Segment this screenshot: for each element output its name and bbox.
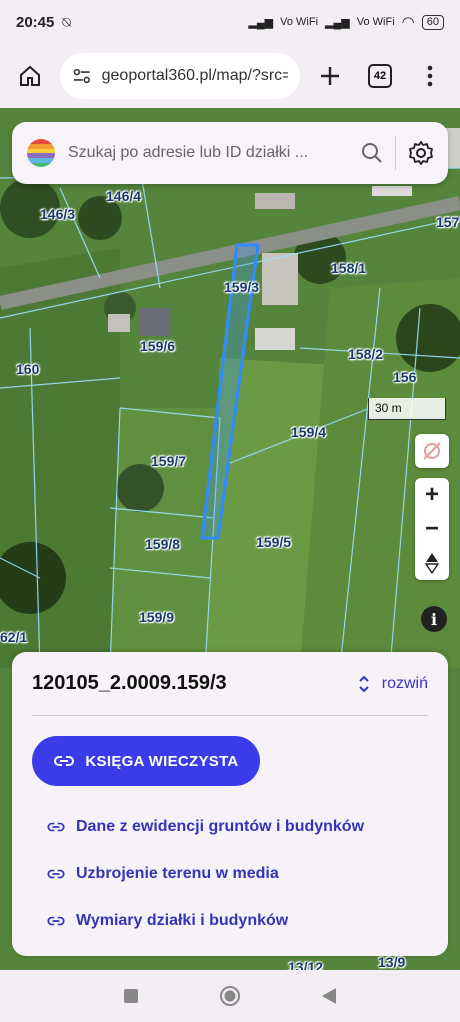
parcel-label[interactable]: 146/3 — [40, 206, 75, 222]
browser-menu-button[interactable] — [410, 56, 450, 96]
search-input[interactable]: Szukaj po adresie lub ID działki ... — [68, 144, 349, 162]
scale-bar: 30 m — [368, 398, 446, 420]
url-text: geoportal360.pl/map/?src= — [101, 67, 288, 84]
parcel-label[interactable]: 158/2 — [348, 346, 383, 362]
home-button[interactable] — [10, 56, 50, 96]
parcel-details-sheet: 120105_2.0009.159/3 rozwiń KSIĘGA WIECZY… — [12, 652, 448, 956]
parcel-label[interactable]: 13/12 — [288, 959, 323, 970]
link-label: Dane z ewidencji gruntów i budynków — [76, 817, 365, 835]
parcel-label[interactable]: 159/5 — [256, 534, 291, 550]
parcel-label-selected[interactable]: 159/3 — [224, 279, 259, 295]
link-icon — [47, 869, 65, 878]
parcel-label[interactable]: 159/7 — [151, 453, 186, 469]
signal-icon-2: ▂▄▆ — [325, 16, 350, 29]
unfold-icon — [359, 675, 369, 692]
parcel-label[interactable]: 159/8 — [145, 536, 180, 552]
link-label: Wymiary działki i budynków — [76, 911, 289, 929]
zoom-out-button[interactable]: − — [415, 512, 449, 546]
expand-button[interactable]: rozwiń — [358, 674, 428, 694]
alarm-off-icon: ⍉ — [62, 13, 71, 30]
tabs-button[interactable]: 42 — [360, 56, 400, 96]
back-icon[interactable] — [321, 987, 337, 1005]
zoom-controls: + − — [415, 478, 449, 580]
link-icon — [54, 756, 75, 766]
network-label-2: Vo WiFi — [356, 16, 395, 28]
link-icon — [47, 916, 65, 925]
geoportal-logo-icon[interactable] — [26, 138, 56, 168]
home-icon — [20, 65, 40, 86]
location-off-icon — [423, 442, 441, 460]
plus-icon — [321, 67, 339, 85]
search-icon[interactable] — [361, 142, 383, 164]
zoom-in-button[interactable]: + — [415, 478, 449, 512]
tabs-count: 42 — [368, 64, 392, 88]
north-arrow-icon — [425, 553, 439, 574]
parcel-label[interactable]: 156 — [393, 369, 416, 385]
parcel-id: 120105_2.0009.159/3 — [32, 672, 227, 694]
link-label: Uzbrojenie terenu w media — [76, 864, 279, 882]
divider — [395, 136, 396, 170]
recents-icon[interactable] — [123, 988, 139, 1004]
expand-label: rozwiń — [381, 674, 428, 692]
link-icon — [47, 822, 65, 831]
signal-icon: ▂▄▆ — [248, 16, 274, 29]
parcel-label[interactable]: 159/6 — [140, 338, 175, 354]
parcel-label[interactable]: 146/4 — [106, 188, 141, 204]
browser-toolbar: geoportal360.pl/map/?src= 42 — [0, 44, 460, 108]
land-registry-button[interactable]: KSIĘGA WIECZYSTA — [32, 736, 260, 786]
parcel-label[interactable]: 159/9 — [139, 609, 174, 625]
parcel-label[interactable]: 158/1 — [331, 260, 366, 276]
north-arrow-button[interactable] — [415, 546, 449, 580]
gear-icon[interactable] — [408, 140, 434, 166]
more-vert-icon — [427, 65, 433, 87]
site-settings-icon[interactable] — [72, 66, 92, 86]
parcel-label[interactable]: 160 — [16, 361, 39, 377]
link-dimensions[interactable]: Wymiary działki i budynków — [32, 897, 428, 944]
compass-reset-button[interactable] — [415, 434, 449, 468]
address-bar[interactable]: geoportal360.pl/map/?src= — [60, 53, 300, 99]
home-nav-icon[interactable] — [219, 985, 241, 1007]
status-bar: 20:45 ⍉ ▂▄▆ Vo WiFi ▂▄▆ Vo WiFi ◠ 60 — [0, 0, 460, 44]
network-label-1: Vo WiFi — [280, 16, 319, 28]
info-button[interactable]: i — [421, 606, 447, 632]
parcel-label[interactable]: 62/1 — [0, 629, 27, 645]
system-nav-bar — [0, 970, 460, 1022]
new-tab-button[interactable] — [310, 56, 350, 96]
link-land-records[interactable]: Dane z ewidencji gruntów i budynków — [32, 803, 428, 850]
wifi-icon: ◠ — [401, 14, 415, 31]
search-panel: Szukaj po adresie lub ID działki ... — [12, 122, 448, 184]
link-utilities[interactable]: Uzbrojenie terenu w media — [32, 850, 428, 897]
parcel-label[interactable]: 157 — [436, 214, 459, 230]
parcel-label[interactable]: 159/4 — [291, 424, 326, 440]
battery-icon: 60 — [421, 14, 444, 30]
parcel-label[interactable]: 13/9 — [378, 954, 405, 970]
clock: 20:45 — [16, 13, 55, 31]
land-registry-label: KSIĘGA WIECZYSTA — [85, 752, 239, 770]
